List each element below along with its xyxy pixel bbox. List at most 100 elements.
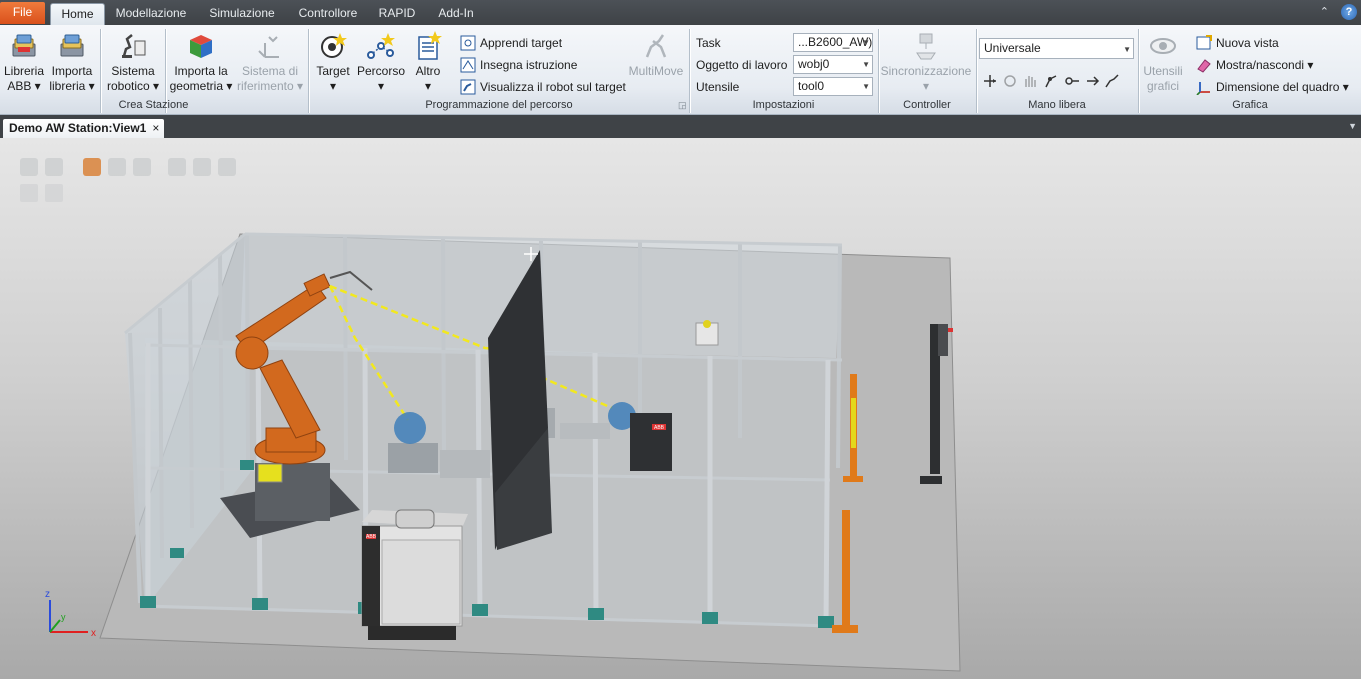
rotate-icon[interactable] xyxy=(1002,73,1018,89)
group-label-crea-stazione: Crea Stazione xyxy=(118,99,189,111)
signal-column-panel xyxy=(938,324,948,356)
group-label-impostazioni: Impostazioni xyxy=(752,99,815,111)
multimove-label: MultiMove xyxy=(628,64,684,78)
importa-libreria-button[interactable]: Importa libreria ▾ xyxy=(48,31,96,94)
help-icon[interactable]: ? xyxy=(1341,4,1357,20)
nuova-vista-button[interactable]: Nuova vista xyxy=(1196,34,1279,54)
percorso-label: Percorso ▾ xyxy=(356,64,406,93)
insegna-istruzione-label: Insegna istruzione xyxy=(480,58,578,72)
other-icon xyxy=(418,31,442,60)
minimize-ribbon-icon[interactable]: ⌃ xyxy=(1320,5,1329,18)
teach-instruction-icon xyxy=(460,57,476,73)
right-cabinet xyxy=(630,413,672,471)
jog-joint-icon[interactable] xyxy=(1044,73,1060,89)
jog-linear-icon[interactable] xyxy=(1064,73,1080,89)
tab-file[interactable]: File xyxy=(0,2,45,24)
workobject-select[interactable]: wobj0 ▼ xyxy=(793,55,873,74)
tab-modellazione[interactable]: Modellazione xyxy=(110,3,192,25)
sync-icon xyxy=(916,33,936,60)
mostra-nascondi-button[interactable]: Mostra/nascondi ▾ xyxy=(1196,56,1313,76)
libreria-abb-button[interactable]: Libreria ABB ▾ xyxy=(2,31,46,94)
visualizza-robot-label: Visualizza il robot sul target xyxy=(480,80,626,94)
axis-x-label: x xyxy=(91,628,96,639)
tab-rapid[interactable]: RAPID xyxy=(376,3,418,25)
tab-controllore[interactable]: Controllore xyxy=(292,3,364,25)
frame-size-icon xyxy=(1196,82,1210,95)
oggetto-lavoro-label: Oggetto di lavoro xyxy=(696,58,788,72)
group-label-controller: Controller xyxy=(903,99,951,111)
menu-tab-bar: File Home Modellazione Simulazione Contr… xyxy=(0,0,1361,25)
document-tab[interactable]: Demo AW Station:View1 × xyxy=(3,119,165,138)
axis-z-label: z xyxy=(45,589,50,600)
multimove-button[interactable]: MultiMove xyxy=(626,31,686,79)
multimove-icon xyxy=(645,34,667,58)
task-select[interactable]: ...B2600_AW) ▼ xyxy=(793,33,873,52)
signal-column-foot xyxy=(920,476,942,484)
view-robot-icon xyxy=(460,79,476,95)
3d-viewport[interactable]: ABB ABB z x y xyxy=(0,138,1361,679)
light-curtain-back-sensor xyxy=(851,398,856,448)
sincronizzazione-button[interactable]: Sincronizzazione ▾ xyxy=(880,31,972,94)
target-icon xyxy=(321,33,347,58)
teach-target-icon xyxy=(460,35,476,51)
mostra-nascondi-label: Mostra/nascondi xyxy=(1216,58,1305,72)
importa-geometria-label: Importa la geometria ▾ xyxy=(169,64,233,93)
altro-button[interactable]: Altro ▾ xyxy=(408,31,448,94)
signal-column-light xyxy=(948,328,953,332)
chevron-down-icon: ▼ xyxy=(862,38,870,47)
document-menu-icon[interactable]: ▼ xyxy=(1348,121,1357,131)
robot-system-icon xyxy=(122,34,146,58)
station-scene: ABB ABB z x y xyxy=(45,232,961,672)
document-tab-title: Demo AW Station:View1 xyxy=(9,121,147,135)
eye-icon xyxy=(1150,38,1176,54)
axis-y-label: y xyxy=(61,612,66,622)
hand-icon[interactable] xyxy=(1022,73,1038,89)
apprendi-target-label: Apprendi target xyxy=(480,36,563,50)
tab-simulazione[interactable]: Simulazione xyxy=(204,3,280,25)
light-curtain-back-foot xyxy=(843,476,863,482)
jog-reorient-icon[interactable] xyxy=(1084,73,1100,89)
abb-library-icon xyxy=(12,34,36,57)
frame-icon xyxy=(258,36,279,58)
sincronizzazione-label: Sincronizzazione ▾ xyxy=(880,64,972,93)
sistema-riferimento-label: Sistema di riferimento ▾ xyxy=(236,64,304,93)
utensili-grafici-label: Utensili grafici xyxy=(1143,64,1183,93)
axis-triad xyxy=(49,600,88,633)
target-label: Target ▾ xyxy=(316,64,350,93)
right-cabinet-badge: ABB xyxy=(654,425,665,431)
light-curtain-front xyxy=(842,510,850,628)
utensile-label: Utensile xyxy=(696,80,740,94)
new-view-icon xyxy=(1196,35,1212,50)
light-curtain-front-foot xyxy=(832,625,858,633)
close-icon[interactable]: × xyxy=(152,119,159,138)
insegna-istruzione-button[interactable]: Insegna istruzione xyxy=(460,56,577,76)
importa-libreria-label: Importa libreria ▾ xyxy=(49,64,95,93)
tab-add-in[interactable]: Add-In xyxy=(430,3,482,25)
dimensione-quadro-button[interactable]: Dimensione del quadro ▾ xyxy=(1196,78,1349,98)
task-label: Task xyxy=(696,36,721,50)
group-label-grafica: Grafica xyxy=(1232,99,1268,111)
yellow-box xyxy=(257,463,283,483)
percorso-button[interactable]: Percorso ▾ xyxy=(356,31,406,94)
importa-geometria-button[interactable]: Importa la geometria ▾ xyxy=(168,31,234,94)
group-label-mano-libera: Mano libera xyxy=(1028,99,1086,111)
visualizza-robot-button[interactable]: Visualizza il robot sul target xyxy=(460,78,626,98)
apprendi-target-button[interactable]: Apprendi target xyxy=(460,34,562,54)
chevron-down-icon: ▼ xyxy=(862,82,870,91)
ribbon: Libreria ABB ▾ Importa libreria ▾ Sistema r… xyxy=(0,25,1361,115)
sistema-robotico-label: Sistema robotico ▾ xyxy=(106,64,160,93)
tab-home[interactable]: Home xyxy=(50,3,105,25)
eraser-icon xyxy=(1197,59,1211,73)
reference-frame-select[interactable]: Universale ▼ xyxy=(979,38,1134,59)
target-button[interactable]: Target ▾ xyxy=(312,31,354,94)
multi-robot-jog-icon[interactable] xyxy=(1104,73,1120,89)
libreria-abb-label: Libreria ABB ▾ xyxy=(3,64,45,93)
sistema-robotico-button[interactable]: Sistema robotico ▾ xyxy=(104,31,162,94)
tool-select[interactable]: tool0 ▼ xyxy=(793,77,873,96)
move-icon[interactable] xyxy=(982,73,998,89)
utensili-grafici-button[interactable]: Utensili grafici xyxy=(1140,31,1186,94)
import-library-icon xyxy=(60,34,84,57)
sistema-riferimento-button[interactable]: Sistema di riferimento ▾ xyxy=(236,31,304,94)
group-launcher-icon[interactable]: ◲ xyxy=(678,100,687,111)
document-tab-bar: Demo AW Station:View1 × ▼ xyxy=(0,116,1361,138)
